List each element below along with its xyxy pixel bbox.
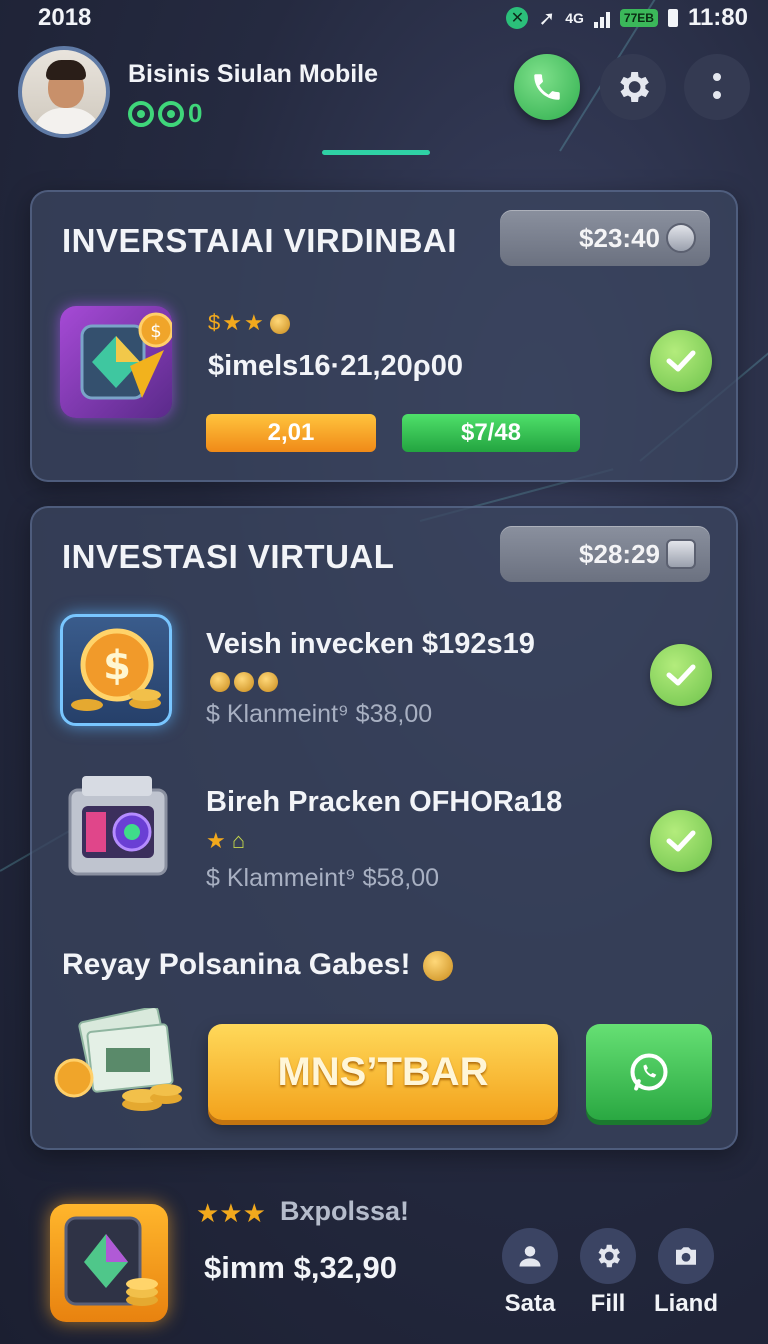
nav-label: Fill [590,1290,626,1317]
dollar-coin-icon: $ [60,614,172,726]
confirm-button[interactable] [650,330,712,392]
rating-stars: ★★★ [196,1198,266,1228]
invest-cta-button[interactable]: MNS’TBAR [208,1024,558,1120]
server-box-icon [62,770,174,882]
balance-pill[interactable]: $23:40 [500,210,710,266]
list-item-title: Bireh Pracken OFHORa18 [206,786,563,818]
settings-icon [580,1228,636,1284]
coin-stack-icon [666,539,696,569]
status-count: 0 [188,98,203,128]
svg-text:$: $ [103,643,131,689]
cookie-coin-icon [422,951,453,982]
list-item-subtitle: $ Klаnmeint⁹ $38,00 [206,700,433,728]
coin-icon [666,223,696,253]
whatsapp-button[interactable] [586,1024,712,1120]
promo-text: Reyay Polsanina Gabes! [62,948,453,982]
nav-label: Sata [504,1290,556,1317]
check-icon [666,350,696,372]
settings-button[interactable] [600,54,666,120]
status-dot-icon [128,100,154,127]
investment-card-primary: INVERSTAIAI VIRDINBAI $23:40 $ $★★ $imel… [30,190,738,482]
rating-stars: $★★ [208,310,290,336]
card-title: INVERSTAIAI VIRDINBAI [62,222,457,259]
user-icon [502,1228,558,1284]
orange-stat-button[interactable]: 2,01 [206,414,376,452]
app-title: Bisinis Siulan Mobile [128,60,379,88]
bottom-tag: Bxpolssa! [280,1196,410,1226]
nav-label: Liand [654,1290,718,1317]
more-button[interactable] [684,54,750,120]
status-time: 11:80 [687,4,748,31]
status-left-text: 2018 [38,4,92,31]
nav-item-liand[interactable]: Liand [646,1228,726,1318]
wallet-gem-icon[interactable] [50,1204,168,1322]
call-button[interactable] [514,54,580,120]
card-title: INVESTASI VIRTUAL [62,538,395,575]
status-right: ✕ ➚ 4G 77EB 11:80 [506,4,748,32]
battery-icon [667,9,678,27]
signal-icon [593,8,610,28]
nav-item-fill[interactable]: Fill [568,1228,648,1318]
network-type: 4G [565,10,584,26]
check-icon [666,664,696,686]
nav-item-sata[interactable]: Sata [490,1228,570,1318]
battery-badge: 77EB [619,9,658,27]
wallet-gem-icon: $ [60,306,174,418]
bottom-value: $imm $,32,90 [204,1250,398,1285]
coins-icon [206,668,278,694]
phone-icon [534,74,560,100]
list-item-subtitle: $ Klammeint⁹ $58,00 [206,864,440,892]
gear-icon [620,72,649,102]
camera-icon [658,1228,714,1284]
balance-pill-value: $28:29 [579,538,660,569]
tab-indicator [322,150,430,155]
green-stat-button[interactable]: $7/48 [402,414,580,452]
avatar[interactable] [18,46,110,138]
list-item-title: Veish invecken $192ѕ19 [206,628,535,660]
rocket-icon: ➚ [538,7,556,30]
more-vertical-icon [713,73,721,99]
balance-pill[interactable]: $28:29 [500,526,710,582]
confirm-button[interactable] [650,644,712,706]
status-bar: 2018 ✕ ➚ 4G 77EB 11:80 [0,0,768,36]
investment-card-virtual: INVESTASI VIRTUAL $28:29 $ Veish invecke… [30,506,738,1150]
status-dot-icon [158,100,184,127]
online-status: 0 [128,98,202,129]
balance-pill-value: $23:40 [579,222,660,253]
star-home-icon: ★ ⌂ [206,828,246,853]
coin-icon [269,314,290,335]
check-icon [666,830,696,852]
confirm-button[interactable] [650,810,712,872]
investment-value: $imels16·21,20ρ00 [208,350,463,382]
whatsapp-icon [630,1053,668,1091]
money-stack-icon [54,1006,184,1118]
svg-text:$: $ [150,321,161,342]
app-notification-icon: ✕ [506,7,529,29]
